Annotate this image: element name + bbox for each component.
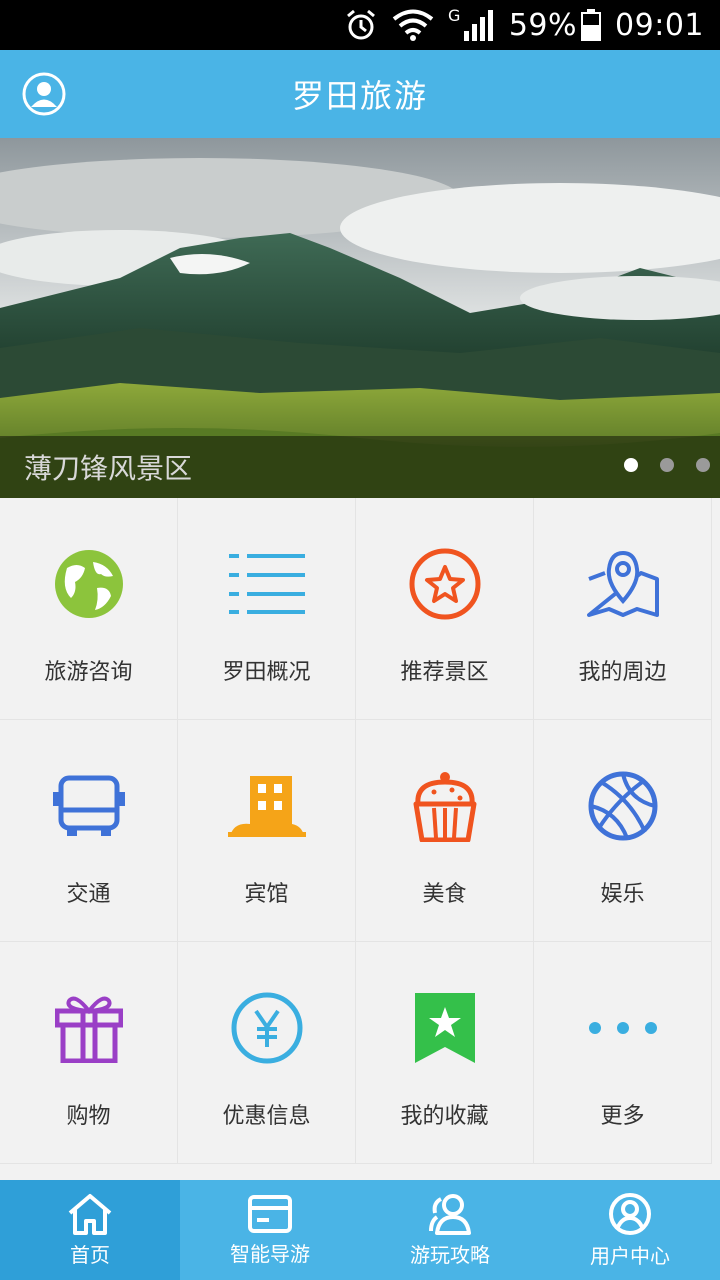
menu-item-food[interactable]: 美食 — [356, 720, 534, 942]
tab-label: 首页 — [70, 1242, 110, 1267]
alarm-icon — [346, 9, 375, 40]
menu-item-recommended-spots[interactable]: 推荐景区 — [356, 498, 534, 720]
carousel-dot[interactable] — [624, 458, 638, 472]
wifi-icon — [392, 9, 434, 41]
menu-label: 优惠信息 — [222, 1104, 311, 1129]
menu-item-overview[interactable]: 罗田概况 — [178, 498, 356, 720]
app-header: 罗田旅游 — [0, 50, 720, 138]
globe-icon — [49, 544, 129, 624]
bookmark-star-icon — [405, 988, 485, 1068]
yen-coin-icon — [227, 988, 307, 1068]
network-type: G — [447, 6, 461, 25]
menu-item-travel-info[interactable]: 旅游咨询 — [0, 498, 178, 720]
bus-icon — [49, 766, 129, 846]
menu-item-nearby[interactable]: 我的周边 — [534, 498, 712, 720]
menu-item-entertainment[interactable]: 娱乐 — [534, 720, 712, 942]
bottom-tab-bar: 首页 智能导游 游玩攻略 用户中心 — [0, 1180, 720, 1280]
menu-label: 罗田概况 — [222, 660, 311, 685]
basketball-icon — [583, 766, 663, 846]
map-pin-icon — [583, 544, 663, 624]
user-circle-icon — [609, 1192, 651, 1235]
clock: 09:01 — [615, 7, 704, 43]
status-bar: G 59% 09:01 — [0, 0, 720, 50]
menu-item-favorites[interactable]: 我的收藏 — [356, 942, 534, 1164]
menu-item-deals[interactable]: 优惠信息 — [178, 942, 356, 1164]
cupcake-icon — [405, 766, 485, 846]
menu-label: 宾馆 — [244, 882, 289, 907]
banner-carousel[interactable]: 薄刀锋风景区 — [0, 138, 720, 498]
feature-grid: 旅游咨询 罗田概况 推荐景区 我的周边 交通 宾馆 美食 娱乐 购物 优惠信息 … — [0, 498, 720, 1164]
user-avatar-icon[interactable] — [22, 72, 66, 116]
menu-label: 推荐景区 — [400, 660, 489, 685]
menu-item-transport[interactable]: 交通 — [0, 720, 178, 942]
signal-icon — [463, 10, 493, 41]
banner-caption-bar: 薄刀锋风景区 — [0, 436, 720, 498]
tab-label: 游玩攻略 — [410, 1242, 490, 1267]
menu-label: 娱乐 — [600, 882, 645, 907]
tab-travel-guide[interactable]: 游玩攻略 — [360, 1180, 540, 1280]
carousel-indicator — [624, 458, 710, 472]
menu-label: 旅游咨询 — [44, 660, 133, 685]
menu-label: 交通 — [66, 882, 111, 907]
banner-caption: 薄刀锋风景区 — [24, 452, 193, 485]
carousel-dot[interactable] — [660, 458, 674, 472]
gift-icon — [49, 988, 129, 1068]
menu-item-shopping[interactable]: 购物 — [0, 942, 178, 1164]
card-icon — [248, 1194, 292, 1233]
list-icon — [227, 544, 307, 624]
tab-label: 智能导游 — [230, 1241, 310, 1266]
star-badge-icon — [405, 544, 485, 624]
tab-label: 用户中心 — [590, 1243, 670, 1268]
home-icon — [68, 1193, 112, 1235]
hotel-icon — [227, 766, 307, 846]
users-icon — [429, 1193, 471, 1235]
carousel-dot[interactable] — [696, 458, 710, 472]
tab-smart-guide[interactable]: 智能导游 — [180, 1180, 360, 1280]
battery-percent: 59% — [508, 7, 578, 43]
menu-label: 美食 — [422, 882, 467, 907]
tab-home[interactable]: 首页 — [0, 1180, 180, 1280]
battery-icon — [581, 9, 602, 41]
page-title: 罗田旅游 — [291, 77, 428, 115]
menu-label: 购物 — [66, 1104, 111, 1129]
menu-item-more[interactable]: 更多 — [534, 942, 712, 1164]
menu-item-hotel[interactable]: 宾馆 — [178, 720, 356, 942]
menu-label: 更多 — [600, 1104, 645, 1129]
tab-user-center[interactable]: 用户中心 — [540, 1180, 720, 1280]
menu-label: 我的收藏 — [400, 1104, 489, 1129]
menu-label: 我的周边 — [578, 660, 667, 685]
more-dots-icon — [583, 988, 663, 1068]
